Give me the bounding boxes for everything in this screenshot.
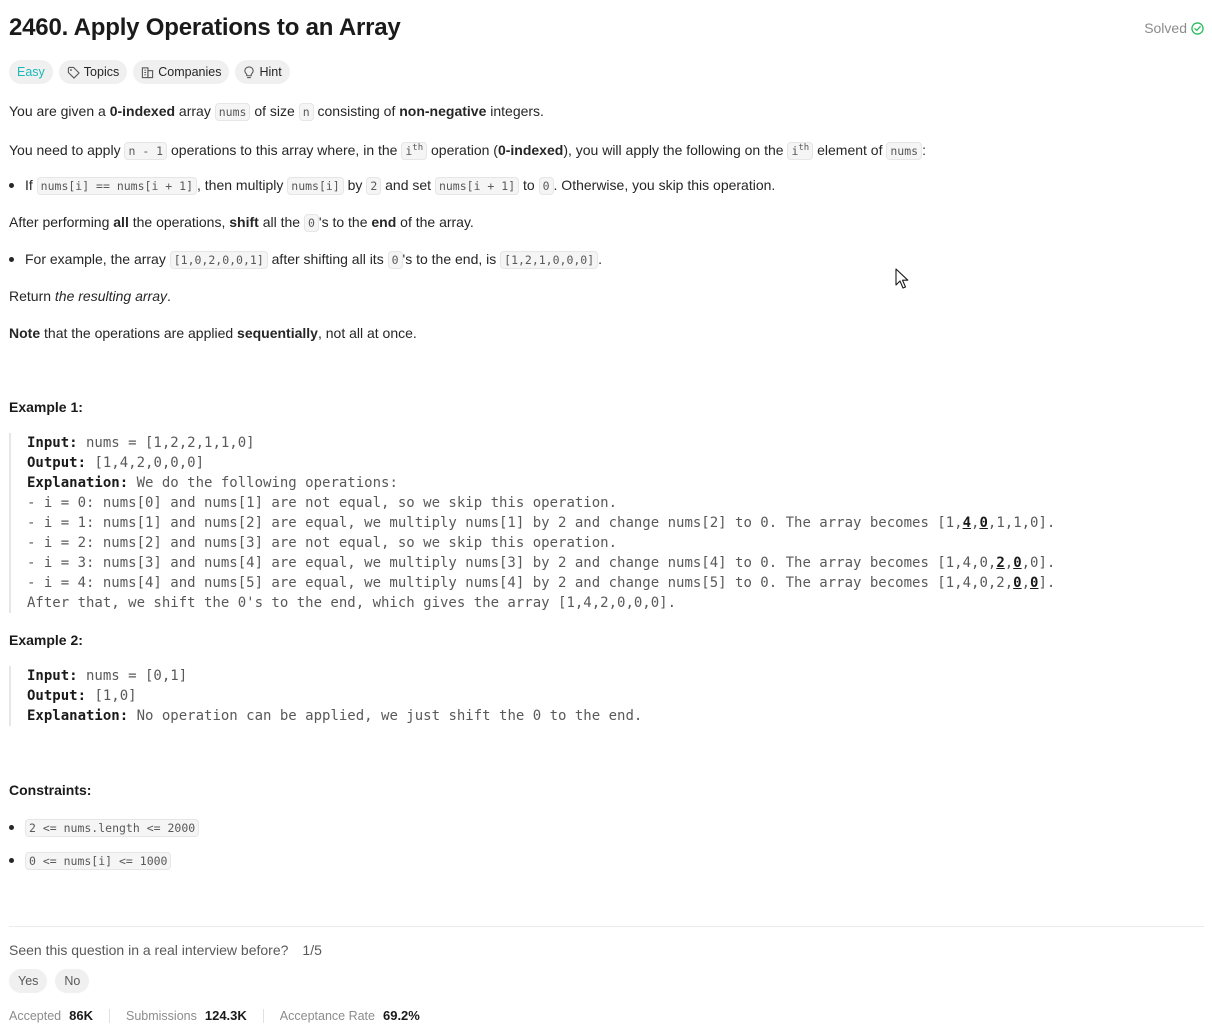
problem-stats: Accepted 86K Submissions 124.3K Acceptan… (9, 1008, 420, 1023)
topics-button[interactable]: Topics (58, 60, 128, 84)
paragraph-note: Note that the operations are applied seq… (9, 325, 417, 341)
acceptance-rate-label: Acceptance Rate (279, 1008, 375, 1023)
check-circle-icon (1191, 21, 1204, 35)
problem-title: 2460. Apply Operations to an Array (9, 14, 401, 41)
paragraph-return: Return the resulting array. (9, 288, 171, 304)
hint-button[interactable]: Hint (235, 60, 290, 84)
accepted-value: 86K (69, 1008, 93, 1023)
tag-icon (67, 66, 80, 79)
difficulty-badge[interactable]: Easy (9, 60, 53, 84)
solved-label: Solved (1144, 20, 1187, 36)
paragraph-intro: You are given a 0-indexed array nums of … (9, 103, 544, 121)
paragraph-shift: After performing all the operations, shi… (9, 214, 474, 232)
no-button[interactable]: No (55, 969, 90, 993)
example-2-block: Input: nums = [0,1] Output: [1,0] Explan… (9, 666, 642, 726)
difficulty-label: Easy (17, 65, 45, 79)
constraints-heading: Constraints: (9, 782, 92, 798)
mouse-cursor-icon (895, 268, 909, 293)
example-2-heading: Example 2: (9, 632, 83, 648)
example-1-heading: Example 1: (9, 399, 83, 415)
submissions-label: Submissions (125, 1008, 197, 1023)
divider (9, 926, 1204, 927)
companies-button[interactable]: Companies (133, 60, 230, 84)
interview-question-label: Seen this question in a real interview b… (9, 942, 289, 958)
topics-label: Topics (83, 65, 120, 79)
solved-status: Solved (1144, 20, 1204, 36)
building-icon (141, 66, 154, 79)
acceptance-rate-value: 69.2% (382, 1008, 420, 1023)
interview-vote: Yes No (9, 969, 90, 993)
example-1-block: Input: nums = [1,2,2,1,1,0] Output: [1,4… (9, 433, 1055, 613)
yes-button[interactable]: Yes (9, 969, 48, 993)
lightbulb-icon (243, 65, 255, 79)
submissions-value: 124.3K (204, 1008, 247, 1023)
hint-label: Hint (259, 65, 282, 79)
accepted-label: Accepted (9, 1008, 62, 1023)
problem-tags: Easy Topics Companies Hint (9, 60, 290, 84)
interview-question-prompt: Seen this question in a real interview b… (9, 942, 322, 958)
paragraph-operations: You need to apply n - 1 operations to th… (9, 141, 926, 160)
companies-label: Companies (158, 65, 222, 79)
interview-count: 1/5 (302, 942, 322, 958)
